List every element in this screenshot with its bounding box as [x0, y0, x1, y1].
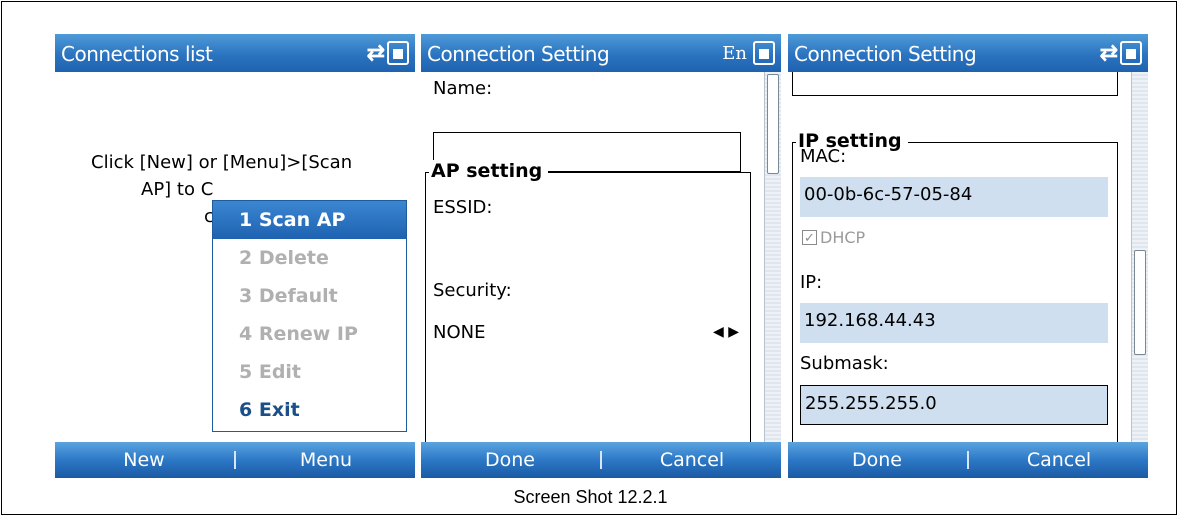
connections-list-screen: Connections list ⇄ Click [New] or [Menu]… [55, 34, 415, 478]
title-bar: Connection Setting En [421, 34, 781, 72]
scrollbar[interactable] [1131, 72, 1148, 442]
previous-group-border [792, 72, 1118, 96]
battery-icon [387, 41, 409, 65]
softkey-bar: Done Cancel [421, 442, 781, 478]
battery-icon [1120, 41, 1142, 65]
battery-icon [753, 41, 775, 65]
softkey-new[interactable]: New [55, 449, 233, 471]
softkey-done[interactable]: Done [788, 449, 966, 471]
name-label: Name: [433, 78, 493, 99]
screen-title: Connections list [61, 42, 213, 66]
title-bar: Connections list ⇄ [55, 34, 415, 72]
connectivity-icon[interactable]: ⇄ [1100, 42, 1118, 64]
connectivity-icon[interactable]: ⇄ [367, 42, 385, 64]
connection-setting-ap-screen: Connection Setting En Name: AP setting E… [421, 34, 781, 478]
ap-setting-title: AP setting [429, 160, 549, 182]
softkey-cancel[interactable]: Cancel [970, 449, 1148, 471]
input-mode-indicator[interactable]: En [722, 43, 747, 64]
scrollbar-thumb[interactable] [767, 74, 779, 174]
screen-title: Connection Setting [427, 42, 610, 66]
submask-input[interactable]: 255.255.255.0 [800, 385, 1108, 425]
dhcp-checkbox[interactable]: ✓ DHCP [802, 228, 865, 247]
dhcp-label: DHCP [820, 228, 866, 247]
essid-label: ESSID: [433, 197, 493, 218]
mac-label: MAC: [800, 146, 847, 167]
ip-label: IP: [800, 272, 823, 293]
softkey-bar: New Menu [55, 442, 415, 478]
context-menu: 1 Scan AP 2 Delete 3 Default 4 Renew IP … [212, 200, 407, 432]
menu-item-scan-ap[interactable]: 1 Scan AP [213, 201, 406, 239]
softkey-menu[interactable]: Menu [237, 449, 415, 471]
mac-value: 00-0b-6c-57-05-84 [800, 177, 1108, 217]
figure-caption: Screen Shot 12.2.1 [513, 487, 668, 507]
softkey-separator [600, 451, 602, 469]
menu-item-delete[interactable]: 2 Delete [213, 239, 406, 277]
softkey-cancel[interactable]: Cancel [603, 449, 781, 471]
menu-item-default[interactable]: 3 Default [213, 277, 406, 315]
submask-label: Submask: [800, 353, 889, 374]
scrollbar-thumb[interactable] [1134, 250, 1146, 355]
menu-item-exit[interactable]: 6 Exit [213, 391, 406, 429]
screen-title: Connection Setting [794, 42, 977, 66]
softkey-separator [234, 451, 236, 469]
softkey-bar: Done Cancel [788, 442, 1148, 478]
scrollbar[interactable] [764, 72, 781, 442]
title-bar: Connection Setting ⇄ [788, 34, 1148, 72]
security-value[interactable]: NONE [433, 322, 485, 343]
menu-item-renew-ip[interactable]: 4 Renew IP [213, 315, 406, 353]
security-arrows-icon[interactable]: ◀ ▶ [713, 324, 739, 340]
checkbox-check-icon[interactable]: ✓ [802, 230, 817, 245]
softkey-separator [967, 451, 969, 469]
menu-item-edit[interactable]: 5 Edit [213, 353, 406, 391]
softkey-done[interactable]: Done [421, 449, 599, 471]
ip-value: 192.168.44.43 [800, 303, 1108, 343]
connection-setting-ip-screen: Connection Setting ⇄ IP setting MAC: 00-… [788, 34, 1148, 478]
security-label: Security: [433, 280, 512, 301]
